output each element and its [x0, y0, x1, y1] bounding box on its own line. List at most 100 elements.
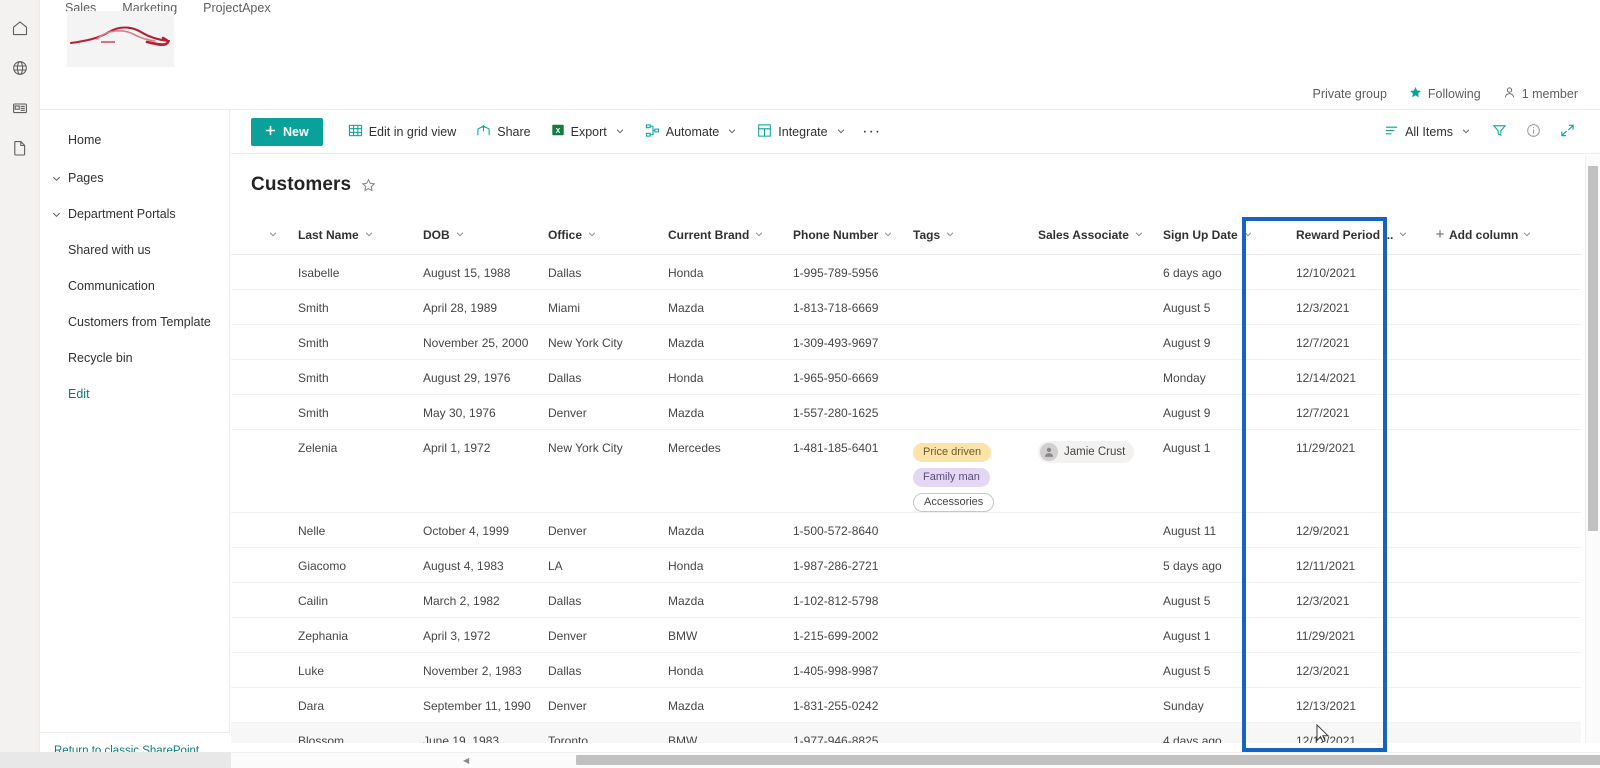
favorite-star-icon[interactable] — [361, 177, 376, 193]
column-header-current-brand[interactable]: Current Brand — [656, 216, 781, 255]
site-info-bar: Private group Following 1 member — [40, 78, 1600, 110]
column-header-reward-period[interactable]: Reward Period ... — [1278, 216, 1413, 255]
column-header-sales-associate[interactable]: Sales Associate — [1026, 216, 1151, 255]
table-row[interactable]: Smith April 28, 1989 Miami Mazda 1-813-718-6… — [231, 289, 1581, 325]
scroll-left-arrow-icon[interactable]: ◀ — [463, 756, 469, 765]
cell-current-brand: Mazda — [656, 582, 781, 618]
chevron-down-icon — [754, 228, 764, 242]
cell-dob: April 1, 1972 — [411, 429, 536, 513]
cell-tags — [901, 289, 1026, 325]
cell-sign-up-date: Monday — [1151, 359, 1278, 395]
column-header-phone-number-label: Phone Number — [793, 227, 879, 242]
column-header-tags[interactable]: Tags — [901, 216, 1026, 255]
column-header-office-label: Office — [548, 227, 583, 242]
star-filled-icon — [1409, 86, 1422, 102]
chevron-down-icon[interactable] — [48, 206, 64, 222]
horizontal-scrollbar-thumb[interactable] — [576, 755, 1600, 765]
sidebar-item-shared-with-us[interactable]: Shared with us — [40, 232, 229, 268]
edit-in-grid-view-button[interactable]: Edit in grid view — [339, 116, 466, 148]
cell-sales-associate — [1026, 359, 1151, 395]
sidebar-item-recycle-bin[interactable]: Recycle bin — [40, 340, 229, 376]
app-rail — [0, 0, 40, 768]
sidebar-item-communication[interactable]: Communication — [40, 268, 229, 304]
sidebar-item-edit[interactable]: Edit — [40, 376, 229, 412]
cell-dob: March 2, 1982 — [411, 582, 536, 618]
row-select-cell — [231, 547, 286, 583]
table-row[interactable]: Dara September 11, 1990 Denver Mazda 1-831-2… — [231, 687, 1581, 723]
cell-sales-associate — [1026, 289, 1151, 325]
sidebar-item-home[interactable]: Home — [40, 122, 229, 158]
cell-tags — [901, 722, 1026, 743]
sidebar: Home Pages Department Portals Shared with u… — [40, 110, 230, 768]
horizontal-scrollbar[interactable]: ◀ ▶ — [231, 752, 1600, 768]
column-header-phone-number[interactable]: Phone Number — [781, 216, 901, 255]
row-select-cell — [231, 254, 286, 290]
integrate-button[interactable]: Integrate — [748, 116, 854, 148]
cell-office: Dallas — [536, 254, 656, 290]
sidebar-item-department-portals[interactable]: Department Portals — [40, 196, 229, 232]
cell-sign-up-date: August 5 — [1151, 652, 1278, 688]
new-button[interactable]: New — [251, 117, 323, 146]
cell-tags — [901, 254, 1026, 290]
select-all-header[interactable] — [231, 216, 286, 255]
details-button[interactable] — [1518, 117, 1548, 147]
members-label: 1 member — [1521, 86, 1578, 101]
cell-sales-associate — [1026, 324, 1151, 360]
table-row[interactable]: Zephania April 3, 1972 Denver BMW 1-215-699-… — [231, 617, 1581, 653]
table-row[interactable]: Cailin March 2, 1982 Dallas Mazda 1-102-812-… — [231, 582, 1581, 618]
cell-last-name: Smith — [286, 359, 411, 395]
table-row[interactable]: Nelle October 4, 1999 Denver Mazda 1-500-572… — [231, 512, 1581, 548]
column-header-last-name[interactable]: Last Name — [286, 216, 411, 255]
vertical-scrollbar-thumb[interactable] — [1588, 166, 1598, 531]
cell-sign-up-date: August 11 — [1151, 512, 1278, 548]
table-row[interactable]: Smith August 29, 1976 Dallas Honda 1-965-950… — [231, 359, 1581, 395]
home-icon[interactable] — [0, 8, 40, 48]
chevron-down-icon — [364, 228, 374, 242]
table-row[interactable]: Luke November 2, 1983 Dallas Honda 1-405-998… — [231, 652, 1581, 688]
sidebar-item-label: Communication — [68, 279, 155, 293]
export-button[interactable]: X Export — [542, 116, 634, 148]
table-row[interactable]: Zelenia April 1, 1972 New York City Mercede… — [231, 429, 1581, 513]
column-header-sales-associate-label: Sales Associate — [1038, 227, 1129, 242]
news-icon[interactable] — [0, 88, 40, 128]
cell-current-brand: Mazda — [656, 324, 781, 360]
person-icon — [1503, 86, 1516, 102]
more-commands-button[interactable]: ··· — [857, 116, 887, 148]
share-button[interactable]: Share — [467, 116, 539, 148]
globe-icon[interactable] — [0, 48, 40, 88]
document-icon[interactable] — [0, 128, 40, 168]
cell-dob: August 15, 1988 — [411, 254, 536, 290]
table-row[interactable]: Blossom June 19, 1983 Toronto BMW 1-977-946-… — [231, 722, 1581, 743]
sharepoint-list-page: Sales Marketing ProjectApex Private grou… — [0, 0, 1600, 768]
following-button[interactable]: Following — [1409, 86, 1481, 102]
chevron-down-icon[interactable] — [48, 170, 64, 186]
column-header-sign-up-date[interactable]: Sign Up Date — [1151, 216, 1278, 255]
cell-current-brand: Mazda — [656, 394, 781, 430]
table-row[interactable]: Smith May 30, 1976 Denver Mazda 1-557-280-16… — [231, 394, 1581, 430]
person-chip[interactable]: Jamie Crust — [1038, 440, 1135, 463]
cell-reward-period: 11/29/2021 — [1278, 617, 1413, 653]
table-row[interactable]: Smith November 25, 2000 New York City Mazda… — [231, 324, 1581, 360]
expand-button[interactable] — [1552, 117, 1582, 147]
sidebar-item-pages[interactable]: Pages — [40, 160, 229, 196]
cell-tags — [901, 324, 1026, 360]
filter-button[interactable] — [1484, 117, 1514, 147]
column-header-office[interactable]: Office — [536, 216, 656, 255]
cell-reward-period: 12/7/2021 — [1278, 394, 1413, 430]
view-selector-button[interactable]: All Items — [1375, 116, 1480, 148]
row-select-cell — [231, 359, 286, 395]
cell-dob: September 11, 1990 — [411, 687, 536, 723]
table-row[interactable]: Giacomo August 4, 1983 LA Honda 1-987-286-27… — [231, 547, 1581, 583]
row-select-cell — [231, 722, 286, 743]
cell-reward-period: 12/14/2021 — [1278, 359, 1413, 395]
automate-button[interactable]: Automate — [636, 116, 747, 148]
column-header-dob[interactable]: DOB — [411, 216, 536, 255]
cell-add-column — [1413, 687, 1581, 723]
table-row[interactable]: Isabelle August 15, 1988 Dallas Honda 1-995-… — [231, 254, 1581, 290]
chevron-down-icon — [615, 125, 625, 139]
site-nav-projectapex[interactable]: ProjectApex — [203, 0, 270, 16]
sidebar-item-customers-from-template[interactable]: Customers from Template — [40, 304, 229, 340]
add-column-button[interactable]: Add column — [1413, 216, 1581, 255]
members-button[interactable]: 1 member — [1503, 86, 1578, 102]
cell-add-column — [1413, 512, 1581, 548]
